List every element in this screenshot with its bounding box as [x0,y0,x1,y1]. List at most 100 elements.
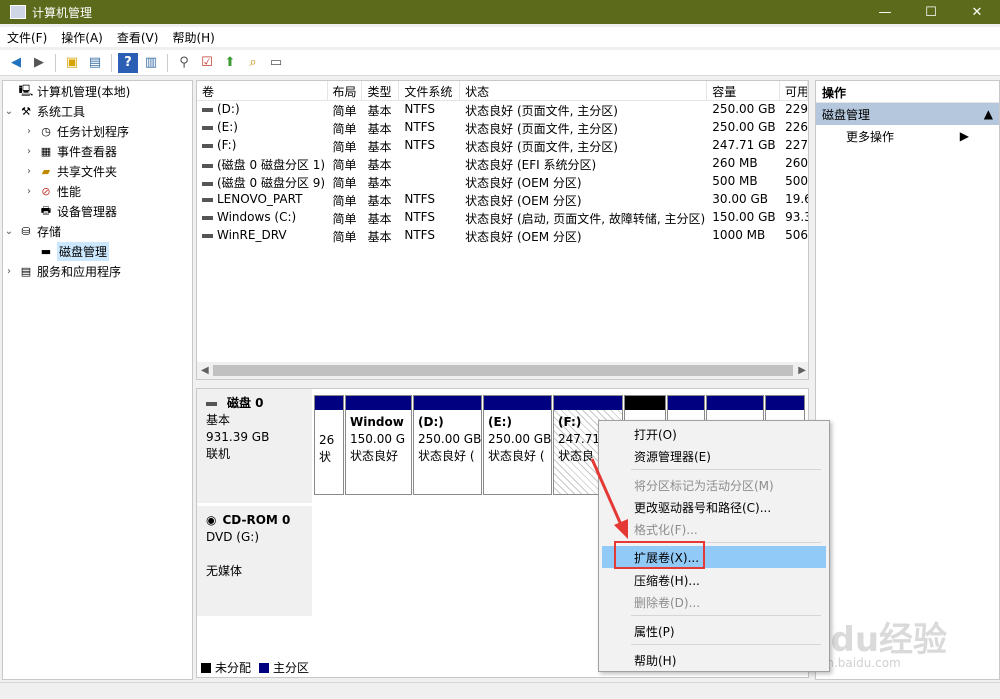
close-button[interactable]: ✕ [954,0,1000,24]
table-row[interactable]: Windows (C:) 简单 基本 NTFS 状态良好 (启动, 页面文件, 故障转储… [197,209,808,227]
toolbar: ◀ ▶ ▣ ▤ ? ▥ ⚲ ☑ ⬆ ⌕ ▭ [0,50,1000,76]
tree-item-services-apps[interactable]: › ▤ 服务和应用程序 [3,261,192,281]
device-manager-icon: 🖶 [40,203,52,217]
minimize-button[interactable]: — [862,0,908,24]
partition-efi[interactable]: 26 状 [314,395,344,495]
event-viewer-icon: ▦ [40,144,52,158]
tree-item-system-tools[interactable]: ⌄ ⚒ 系统工具 [3,101,192,121]
title-bar: 计算机管理 — ☐ ✕ [0,0,1000,24]
table-row[interactable]: (磁盘 0 磁盘分区 9) 简单 基本 状态良好 (OEM 分区) 500 MB 500 [197,173,808,191]
up-folder-icon[interactable]: ▣ [62,53,82,73]
cell-free: 260 [785,156,808,170]
chevron-right-icon[interactable]: › [3,266,15,277]
menu-item-properties[interactable]: 属性(P) [602,620,826,642]
chevron-right-icon[interactable]: › [23,186,35,197]
navigation-tree: 🖳 计算机管理(本地) ⌄ ⚒ 系统工具 › ◷ 任务计划程序 › ▦ 事件查看器 › ▰ 共享文… [2,80,193,680]
disk0-name: 磁盘 0 [227,396,264,410]
column-header-status[interactable]: 状态 [460,81,708,100]
disk0-status: 联机 [206,447,231,461]
chevron-down-icon[interactable]: ⌄ [3,106,15,117]
column-header-capacity[interactable]: 容量 [707,81,781,100]
cell-volume: LENOVO_PART [197,191,328,209]
disk0-info[interactable]: 磁盘 0 基本 931.39 GB 联机 [197,389,313,503]
menu-view[interactable]: 查看(V) [110,29,166,46]
partition-e[interactable]: (E:) 250.00 GB 状态良好 ( [483,395,552,495]
maximize-button[interactable]: ☐ [908,0,954,24]
menu-help[interactable]: 帮助(H) [165,29,221,46]
table-row[interactable]: (F:) 简单 基本 NTFS 状态良好 (页面文件, 主分区) 247.71 GB 227… [197,137,808,155]
column-header-free[interactable]: 可用 [780,81,808,100]
menu-item-extend-volume[interactable]: 扩展卷(X)... [602,546,826,568]
partition-d[interactable]: (D:) 250.00 GB 状态良好 ( [413,395,482,495]
column-header-filesystem[interactable]: 文件系统 [399,81,461,100]
forward-icon[interactable]: ▶ [29,53,49,73]
chevron-right-icon[interactable]: › [23,126,35,137]
tree-item-event-viewer[interactable]: › ▦ 事件查看器 [3,141,192,161]
cell-capacity: 150.00 GB [712,210,776,224]
tree-item-disk-management[interactable]: ▬ 磁盘管理 [3,241,192,261]
clock-icon: ◷ [41,124,51,138]
context-menu: 打开(O) 资源管理器(E) 将分区标记为活动分区(M) 更改驱动器号和路径(C… [598,420,830,672]
column-header-type[interactable]: 类型 [362,81,400,100]
scroll-right-icon[interactable]: ▶ [798,365,806,376]
import-icon[interactable]: ⬆ [220,53,240,73]
table-row[interactable]: WinRE_DRV 简单 基本 NTFS 状态良好 (OEM 分区) 1000 MB 506 [197,227,808,245]
cell-filesystem [399,173,460,191]
collapse-icon[interactable]: ▲ [984,107,993,121]
volume-icon [202,125,213,130]
tree-item-device-manager[interactable]: 🖶 设备管理器 [3,201,192,221]
column-header-volume[interactable]: 卷 [197,81,328,100]
menu-item-open[interactable]: 打开(O) [602,423,826,445]
chevron-right-icon[interactable]: › [23,146,35,157]
show-hide-tree-icon[interactable]: ▤ [85,53,105,73]
menu-separator [631,644,821,645]
column-header-layout[interactable]: 布局 [328,81,363,100]
chevron-right-icon: ▶ [959,129,969,143]
cell-capacity: 260 MB [712,156,758,170]
scroll-left-icon[interactable]: ◀ [201,365,209,376]
tree-item-storage[interactable]: ⌄ ⛁ 存储 [3,221,192,241]
table-row[interactable]: (D:) 简单 基本 NTFS 状态良好 (页面文件, 主分区) 250.00 GB 229… [197,101,808,119]
connect-icon[interactable]: ⚲ [174,53,194,73]
disk0-type: 基本 [206,413,231,427]
chevron-right-icon[interactable]: › [23,166,35,177]
properties-icon[interactable]: ▭ [266,53,286,73]
legend: 未分配 主分区 [201,659,309,676]
menu-item-explorer[interactable]: 资源管理器(E) [602,445,826,467]
tree-item-shared-folders[interactable]: › ▰ 共享文件夹 [3,161,192,181]
partition-windows-c[interactable]: Window 150.00 G 状态良好 [345,395,412,495]
menu-item-shrink-volume[interactable]: 压缩卷(H)... [602,569,826,591]
cell-free: 500 [785,174,808,188]
cdrom-info[interactable]: ◉ CD-ROM 0 DVD (G:) 无媒体 [197,506,313,616]
cell-status: 状态良好 (页面文件, 主分区) [465,104,618,118]
actions-section-disk-management[interactable]: 磁盘管理 ▲ [816,103,999,125]
action-pane-icon[interactable]: ▥ [141,53,161,73]
menu-file[interactable]: 文件(F) [0,29,54,46]
more-actions[interactable]: 更多操作 ▶ [816,125,999,147]
tree-item-performance[interactable]: › ⊘ 性能 [3,181,192,201]
tree-item-task-scheduler[interactable]: › ◷ 任务计划程序 [3,121,192,141]
help-icon[interactable]: ? [118,52,138,73]
cell-capacity: 1000 MB [712,228,766,242]
menu-item-change-letter[interactable]: 更改驱动器号和路径(C)... [602,496,826,518]
menu-action[interactable]: 操作(A) [54,29,110,46]
table-row[interactable]: (磁盘 0 磁盘分区 1) 简单 基本 状态良好 (EFI 系统分区) 260 MB 26… [197,155,808,173]
status-bar [0,682,1000,699]
computer-management-icon [10,5,26,19]
chevron-down-icon[interactable]: ⌄ [3,226,15,237]
volume-list: 卷 布局 类型 文件系统 状态 容量 可用 (D:) 简单 基本 NTFS 状态良好 (… [196,80,809,380]
tree-item-root[interactable]: 🖳 计算机管理(本地) [3,81,192,101]
table-row[interactable]: (E:) 简单 基本 NTFS 状态良好 (页面文件, 主分区) 250.00 GB 226… [197,119,808,137]
table-row[interactable]: LENOVO_PART 简单 基本 NTFS 状态良好 (OEM 分区) 30.00 GB… [197,191,808,209]
checklist-icon[interactable]: ☑ [197,53,217,73]
search-icon[interactable]: ⌕ [243,53,263,73]
horizontal-scrollbar[interactable]: ◀ ▶ [197,362,808,379]
cell-free: 19.6 [785,192,808,206]
cell-type: 基本 [367,140,392,154]
scrollbar-thumb[interactable] [213,365,793,376]
back-icon[interactable]: ◀ [6,53,26,73]
cell-type: 基本 [367,176,392,190]
cell-volume: (磁盘 0 磁盘分区 9) [197,173,328,191]
menu-item-help[interactable]: 帮助(H) [602,649,826,671]
cell-type: 基本 [367,122,392,136]
